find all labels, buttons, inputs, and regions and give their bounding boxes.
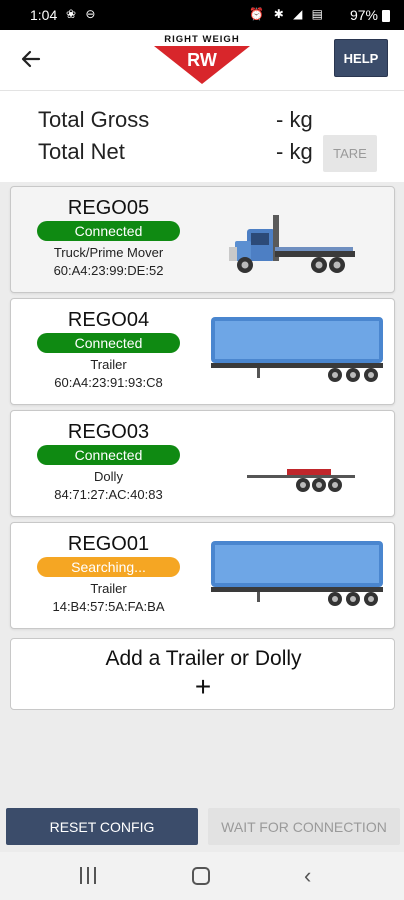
back-arrow-icon[interactable] <box>14 42 48 76</box>
device-name: REGO05 <box>67 197 150 219</box>
status-badge: Connected <box>37 445 180 465</box>
reset-config-button[interactable]: RESET CONFIG <box>6 808 198 845</box>
status-badge: Connected <box>37 333 180 353</box>
curtainsider-trailer-icon <box>207 307 387 397</box>
battery-icon <box>382 10 390 22</box>
total-gross-label: Total Gross <box>38 107 150 132</box>
total-gross-value: - kg <box>276 107 313 132</box>
logo-mark: RW <box>187 50 217 70</box>
device-mac: 84:71:27:AC:40:83 <box>54 487 163 502</box>
total-net-value: - kg <box>276 139 313 164</box>
recents-icon[interactable] <box>78 867 98 885</box>
add-trailer-label: Add a Trailer or Dolly <box>105 647 302 670</box>
system-nav-bar: ‹ <box>0 852 404 900</box>
dolly-icon <box>207 419 387 509</box>
device-card[interactable]: REGO03 Connected Dolly 84:71:27:AC:40:83 <box>10 410 395 517</box>
device-name: REGO03 <box>67 421 150 443</box>
totals-panel: Total Gross - kg Total Net - kg TARE <box>0 90 404 182</box>
device-mac: 14:B4:57:5A:FA:BA <box>52 599 165 614</box>
device-card[interactable]: REGO01 Searching... Trailer 14:B4:57:5A:… <box>10 522 395 629</box>
battery-percent: 97% <box>349 7 378 23</box>
device-mac: 60:A4:23:99:DE:52 <box>53 263 164 278</box>
tare-button[interactable]: TARE <box>323 135 377 172</box>
device-card[interactable]: REGO05 Connected Truck/Prime Mover 60:A4… <box>10 186 395 293</box>
system-icons: ⏰ ✱ ◢ ▤ <box>249 7 326 21</box>
status-bar: 1:04 ❀ ⊖ ⏰ ✱ ◢ ▤ 97% <box>0 0 404 30</box>
home-icon[interactable] <box>192 867 210 885</box>
add-trailer-or-dolly-button[interactable]: Add a Trailer or Dolly + <box>10 638 395 710</box>
notification-icons: ❀ ⊖ <box>66 7 99 21</box>
status-time: 1:04 <box>30 7 58 23</box>
device-type: Trailer <box>90 581 127 596</box>
device-card[interactable]: REGO04 Connected Trailer 60:A4:23:91:93:… <box>10 298 395 405</box>
status-badge: Searching... <box>37 557 180 577</box>
help-button[interactable]: HELP <box>334 39 388 77</box>
status-badge: Connected <box>37 221 180 241</box>
device-mac: 60:A4:23:91:93:C8 <box>54 375 163 390</box>
app-header: RIGHT WEIGH RW HELP <box>0 30 404 90</box>
device-type: Trailer <box>90 357 127 372</box>
device-name: REGO04 <box>67 309 150 331</box>
device-type: Dolly <box>94 469 123 484</box>
plus-icon: + <box>194 671 212 702</box>
total-net-label: Total Net <box>38 139 125 164</box>
device-type: Truck/Prime Mover <box>53 245 164 260</box>
prime-mover-truck-icon <box>207 195 387 285</box>
nav-back-icon[interactable]: ‹ <box>304 864 324 888</box>
right-weigh-logo: RIGHT WEIGH RW <box>150 34 254 86</box>
wait-for-connection-button[interactable]: WAIT FOR CONNECTION <box>208 808 400 845</box>
device-name: REGO01 <box>67 533 150 555</box>
curtainsider-trailer-icon <box>207 531 387 621</box>
